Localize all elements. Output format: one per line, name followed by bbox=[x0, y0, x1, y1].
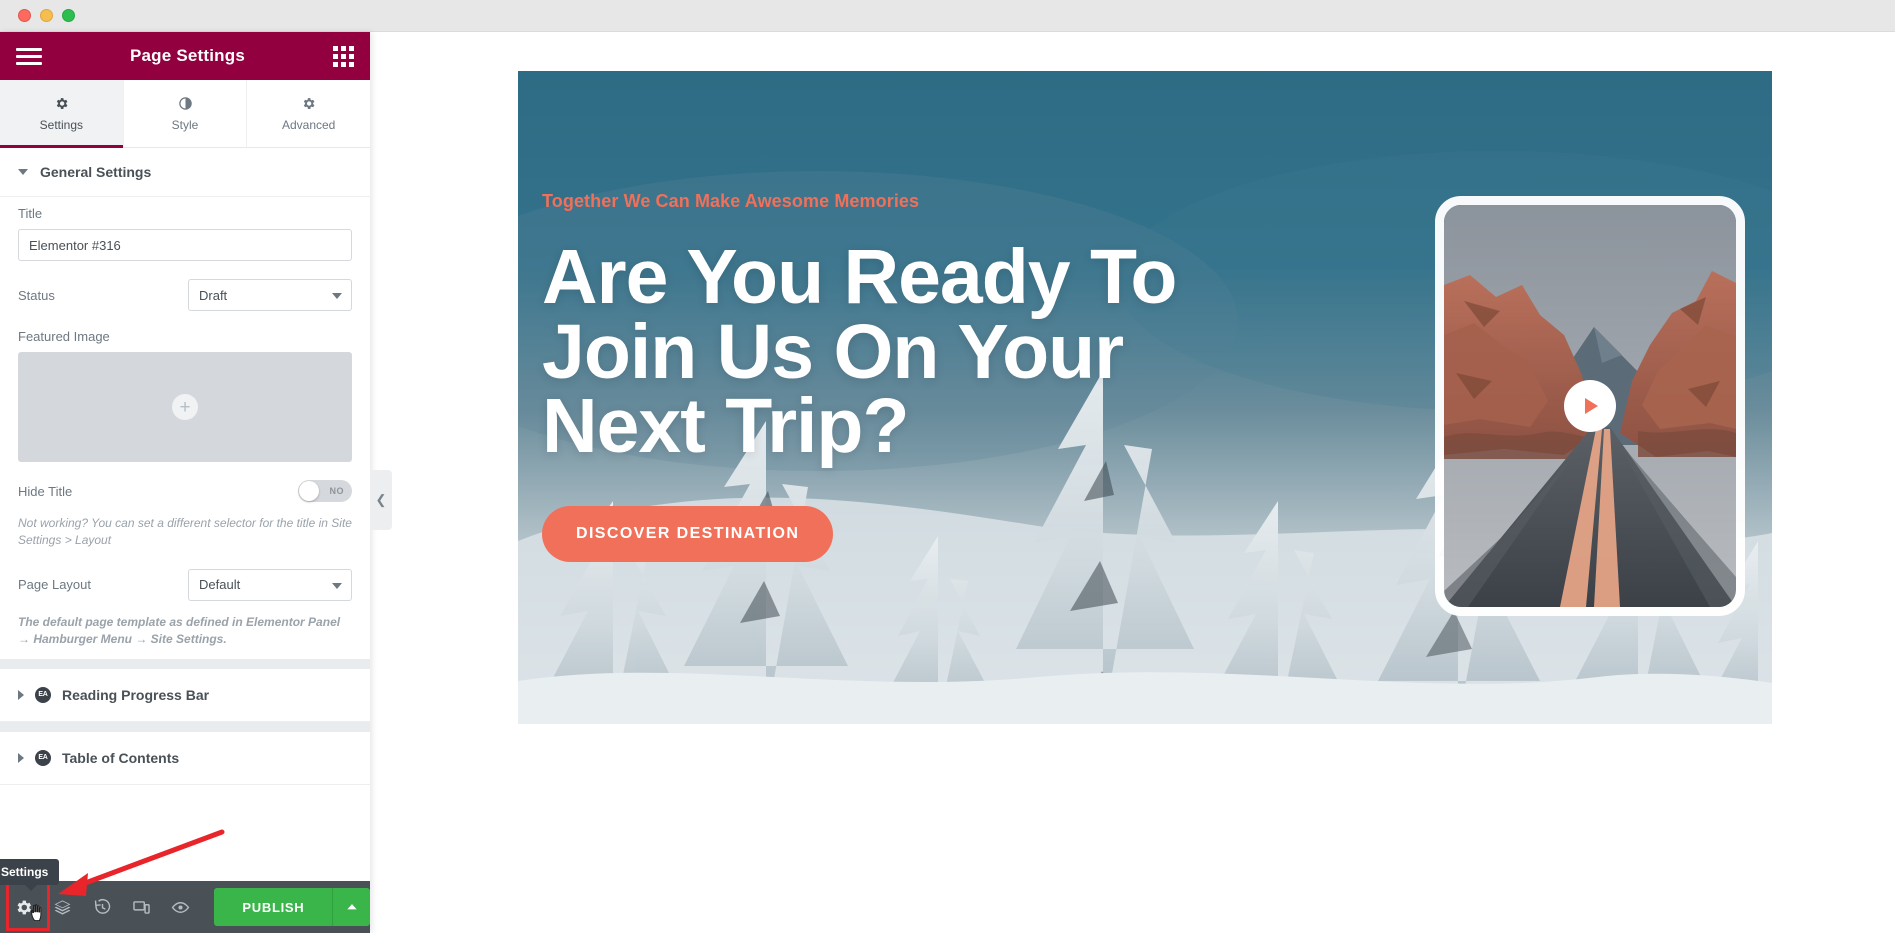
chevron-left-icon: ❮ bbox=[375, 492, 387, 507]
accordion-table-of-contents[interactable]: EA Table of Contents bbox=[0, 732, 370, 785]
status-label: Status bbox=[18, 287, 55, 303]
page-layout-hint: The default page template as defined in … bbox=[18, 614, 341, 647]
layers-icon bbox=[55, 899, 71, 915]
tab-advanced[interactable]: Advanced bbox=[247, 80, 370, 147]
panel-collapse-handle[interactable]: ❮ bbox=[370, 470, 392, 530]
status-control: Status Draft bbox=[0, 270, 370, 320]
hide-title-hint: Not working? You can set a different sel… bbox=[18, 516, 352, 548]
panel-title: Page Settings bbox=[129, 46, 246, 65]
hero-content: Together We Can Make Awesome Memories Ar… bbox=[542, 191, 1242, 563]
tab-style-label: Style bbox=[171, 117, 199, 132]
contrast-icon bbox=[178, 96, 192, 110]
panel-body: General Settings Title Status Draft Feat… bbox=[0, 148, 370, 881]
responsive-button[interactable] bbox=[122, 881, 161, 933]
responsive-device-icon bbox=[133, 900, 150, 914]
settings-button[interactable]: Settings bbox=[0, 859, 60, 933]
hamburger-menu-icon[interactable] bbox=[16, 44, 42, 69]
publish-button[interactable]: PUBLISH bbox=[214, 888, 333, 926]
window-titlebar bbox=[0, 0, 1895, 32]
zoom-window-button[interactable] bbox=[62, 9, 75, 22]
page-layout-control: Page Layout Default bbox=[0, 560, 370, 610]
caret-right-icon bbox=[18, 752, 24, 763]
page-layout-select[interactable]: Default bbox=[188, 568, 352, 601]
featured-image-dropzone[interactable]: + bbox=[18, 352, 352, 462]
ea-badge-icon: EA bbox=[35, 686, 51, 703]
eye-icon bbox=[171, 901, 190, 913]
page-layout-label: Page Layout bbox=[18, 577, 92, 593]
widgets-grid-icon[interactable] bbox=[333, 45, 354, 67]
publish-options-button[interactable] bbox=[332, 888, 370, 926]
accordion-table-of-contents-label: Table of Contents bbox=[62, 749, 180, 766]
section-divider bbox=[0, 721, 370, 732]
general-settings-header[interactable]: General Settings bbox=[0, 148, 370, 197]
page-layout-select-value: Default bbox=[188, 568, 352, 601]
chevron-up-icon bbox=[347, 904, 357, 910]
tab-settings-label: Settings bbox=[39, 117, 84, 132]
plus-icon: + bbox=[172, 394, 198, 420]
tab-advanced-label: Advanced bbox=[281, 117, 336, 132]
toggle-knob bbox=[299, 481, 319, 501]
window-controls bbox=[18, 9, 75, 22]
status-select-value: Draft bbox=[188, 279, 352, 311]
accordion-reading-progress-bar[interactable]: EA Reading Progress Bar bbox=[0, 669, 370, 722]
section-divider bbox=[0, 658, 370, 669]
panel-header: Page Settings bbox=[0, 32, 370, 80]
preview-button[interactable] bbox=[161, 881, 200, 933]
panel-tabs: Settings Style Advanced bbox=[0, 80, 370, 148]
featured-image-label: Featured Image bbox=[18, 329, 110, 344]
featured-image-control: Featured Image + bbox=[0, 320, 370, 471]
hide-title-toggle[interactable]: NO bbox=[298, 480, 352, 502]
discover-destination-button[interactable]: DISCOVER DESTINATION bbox=[542, 506, 834, 563]
hero-section: Together We Can Make Awesome Memories Ar… bbox=[518, 71, 1772, 724]
history-button[interactable] bbox=[83, 881, 122, 933]
hide-title-state: NO bbox=[329, 486, 344, 496]
history-clock-icon bbox=[94, 898, 110, 914]
status-select[interactable]: Draft bbox=[188, 279, 352, 311]
navigator-button[interactable] bbox=[43, 881, 82, 933]
play-triangle-icon bbox=[1585, 398, 1598, 414]
hero-video-card[interactable] bbox=[1435, 196, 1745, 616]
tab-settings[interactable]: Settings bbox=[0, 80, 124, 148]
title-input[interactable] bbox=[18, 229, 352, 261]
hero-title: Are You Ready To Join Us On Your Next Tr… bbox=[542, 234, 1177, 470]
accordion-reading-progress-bar-label: Reading Progress Bar bbox=[62, 686, 210, 703]
hero-subtitle: Together We Can Make Awesome Memories bbox=[542, 191, 920, 211]
general-settings-title: General Settings bbox=[40, 164, 152, 180]
gear-icon bbox=[56, 97, 68, 109]
close-window-button[interactable] bbox=[18, 9, 31, 22]
gear-icon bbox=[303, 97, 315, 109]
hide-title-label: Hide Title bbox=[18, 483, 73, 499]
app-root: Together We Can Make Awesome Memories Ar… bbox=[0, 0, 1895, 933]
video-play-button[interactable] bbox=[1564, 380, 1616, 432]
hide-title-control: Hide Title NO bbox=[0, 471, 370, 511]
ea-badge-icon: EA bbox=[35, 749, 51, 766]
elementor-panel: Page Settings Settings Style Advanced Ge… bbox=[0, 32, 370, 933]
caret-down-icon bbox=[18, 169, 28, 175]
title-label: Title bbox=[18, 206, 43, 221]
minimize-window-button[interactable] bbox=[40, 9, 53, 22]
tab-style[interactable]: Style bbox=[124, 80, 248, 147]
title-control: Title bbox=[0, 197, 370, 270]
panel-footer-toolbar: Settings PUBLISH bbox=[0, 859, 370, 933]
editor-canvas: Together We Can Make Awesome Memories Ar… bbox=[370, 32, 1895, 933]
caret-right-icon bbox=[18, 689, 24, 700]
